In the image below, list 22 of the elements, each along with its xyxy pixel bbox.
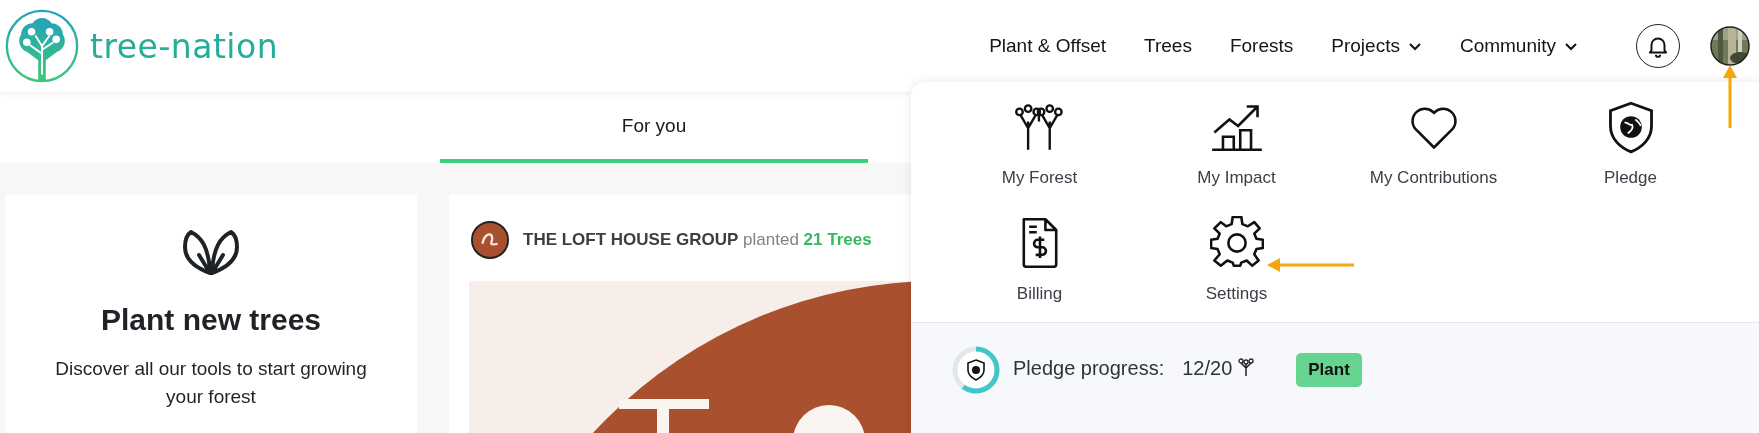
plant-button[interactable]: Plant	[1296, 353, 1362, 387]
menu-item[interactable]: Pledge	[1532, 100, 1729, 206]
menu-item[interactable]: Billing	[941, 216, 1138, 322]
nav-link[interactable]: Forests	[1229, 35, 1294, 57]
nav-link[interactable]: Trees	[1144, 35, 1192, 57]
tree-logo-icon[interactable]	[4, 8, 80, 84]
tree-icon	[1238, 357, 1255, 377]
menu-item[interactable]: My Impact	[1138, 100, 1335, 206]
pledge-label: Pledge progress:	[1013, 357, 1165, 380]
promo-title: Plant new trees	[100, 303, 322, 337]
annotation-arrow	[1722, 64, 1738, 130]
menu-item[interactable]: My Forest	[941, 100, 1138, 206]
pledge-ring	[951, 345, 1001, 395]
nav-link[interactable]: Projects	[1331, 35, 1422, 57]
settings-icon	[1209, 216, 1264, 270]
promo-text: Discover all our tools to start growing your forest	[54, 357, 368, 409]
nav-link[interactable]: Plant & Offset	[989, 35, 1107, 57]
menu-item[interactable]: My Contributions	[1335, 100, 1532, 206]
menu-item[interactable]: Settings	[1138, 216, 1335, 322]
post-headline: THE LOFT HOUSE GROUP planted 21 Trees	[523, 230, 872, 250]
nav-link[interactable]: Community	[1459, 35, 1578, 57]
pledge-count: 12/20	[1182, 357, 1233, 380]
